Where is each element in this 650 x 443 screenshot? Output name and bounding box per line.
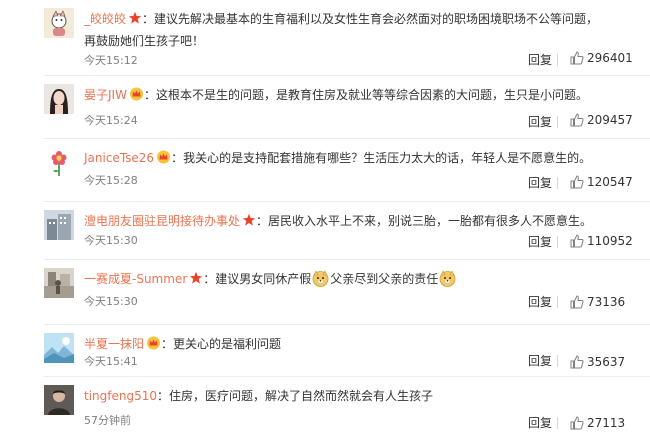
comment-body: 建议先解决最基本的生育福利以及女性生育会必然面对的职场困境职场不公等问题，再鼓励…	[84, 12, 599, 48]
username-link[interactable]: tingfeng510	[84, 389, 157, 403]
landscape-avatar-icon[interactable]	[44, 333, 74, 363]
comment-body: 建议男女同休产假	[215, 272, 312, 286]
thumbs-up-icon	[570, 355, 584, 369]
reply-button[interactable]: 回复	[528, 352, 552, 369]
action-divider	[557, 54, 558, 66]
like-count: 120547	[587, 175, 633, 189]
like-button[interactable]: 27113	[570, 416, 625, 430]
comment-text: 澶电朋友圈驻昆明接待办事处 ：居民收入水平上不来，别说三胎，一胎都有很多人不愿意生…	[84, 213, 593, 228]
username-link[interactable]: _皎皎皎	[84, 12, 126, 26]
crown-badge-icon	[146, 336, 161, 350]
like-button[interactable]: 110952	[570, 234, 633, 248]
comment-time: 今天15:12	[84, 54, 138, 67]
crown-badge-icon	[156, 150, 171, 164]
woman-photo-avatar-icon[interactable]	[44, 84, 74, 114]
comment-item: 半夏一抹阳 ：更关心的是福利问题 今天15:41 回复 35637	[0, 325, 650, 377]
action-divider	[557, 417, 558, 429]
comment-item: 澶电朋友圈驻昆明接待办事处 ：居民收入水平上不来，别说三胎，一胎都有很多人不愿意生…	[0, 202, 650, 260]
thumbs-up-icon	[570, 416, 584, 430]
comment-item: _皎皎皎 ：建议先解决最基本的生育福利以及女性生育会必然面对的职场困境职场不公等问…	[0, 0, 650, 76]
star-badge-icon	[189, 271, 203, 285]
like-button[interactable]: 209457	[570, 113, 633, 127]
like-count: 110952	[587, 234, 633, 248]
comment-item: 一赛成夏-Summer ：建议男女同休产假 父亲尽到父亲的责任 回复 73136 今…	[0, 260, 650, 325]
doge-emoji-icon	[312, 270, 329, 294]
thumbs-up-icon	[570, 51, 584, 65]
like-count: 296401	[587, 51, 633, 65]
comment-text: _皎皎皎 ：建议先解决最基本的生育福利以及女性生育会必然面对的职场困境职场不公等问…	[84, 11, 599, 48]
username-link[interactable]: 晏子JIW	[84, 88, 127, 102]
comment-time: 今天15:30	[84, 234, 138, 247]
thumbs-up-icon	[570, 295, 584, 309]
comment-text: JaniceTse26 ：我关心的是支持配套措施有哪些？生活压力太大的话，年轻人是…	[84, 150, 592, 165]
reply-button[interactable]: 回复	[528, 293, 552, 310]
comment-body: 居民收入水平上不来，别说三胎，一胎都有很多人不愿意生。	[268, 214, 593, 228]
cartoon-avatar-icon[interactable]	[44, 8, 74, 38]
username-link[interactable]: 澶电朋友圈驻昆明接待办事处	[84, 214, 240, 228]
comment-text: tingfeng510：住房，医疗问题，解决了自然而然就会有人生孩子	[84, 389, 434, 403]
flower-avatar-icon[interactable]	[44, 147, 74, 177]
like-button[interactable]: 73136	[570, 295, 625, 309]
comment-time: 今天15:41	[84, 355, 138, 368]
comment-body: 更关心的是福利问题	[173, 337, 282, 351]
username-link[interactable]: 半夏一抹阳	[84, 337, 144, 351]
reply-button[interactable]: 回复	[528, 113, 552, 130]
action-divider	[557, 236, 558, 248]
comment-time: 今天15:24	[84, 114, 138, 127]
comment-item: 晏子JIW ：这根本不是生的问题，是教育住房及就业等等综合因素的大问题，生只是小问…	[0, 76, 650, 139]
comment-body-continued: 父亲尽到父亲的责任	[330, 272, 439, 286]
thumbs-up-icon	[570, 113, 584, 127]
comment-text: 晏子JIW ：这根本不是生的问题，是教育住房及就业等等综合因素的大问题，生只是小问…	[84, 87, 588, 102]
action-divider	[557, 116, 558, 128]
reply-button[interactable]: 回复	[528, 414, 552, 431]
comment-item: JaniceTse26 ：我关心的是支持配套措施有哪些？生活压力太大的话，年轻人是…	[0, 139, 650, 202]
comment-list: _皎皎皎 ：建议先解决最基本的生育福利以及女性生育会必然面对的职场困境职场不公等问…	[0, 0, 650, 443]
comment-text: 一赛成夏-Summer ：建议男女同休产假 父亲尽到父亲的责任	[84, 268, 604, 294]
comment-item: tingfeng510：住房，医疗问题，解决了自然而然就会有人生孩子 57分钟前…	[0, 377, 650, 443]
street-photo-avatar-icon[interactable]	[44, 268, 74, 298]
action-divider	[557, 296, 558, 308]
like-count: 27113	[587, 416, 626, 430]
reply-button[interactable]: 回复	[528, 233, 552, 250]
reply-button[interactable]: 回复	[528, 51, 552, 68]
star-badge-icon	[128, 11, 142, 25]
action-divider	[557, 355, 558, 367]
comment-body: 住房，医疗问题，解决了自然而然就会有人生孩子	[169, 389, 434, 403]
doge-emoji-icon	[439, 270, 456, 294]
comment-body: 我关心的是支持配套措施有哪些？生活压力太大的话，年轻人是不愿意生的。	[183, 151, 592, 165]
comment-time: 今天15:28	[84, 174, 138, 187]
reply-button[interactable]: 回复	[528, 174, 552, 191]
comment-text: 半夏一抹阳 ：更关心的是福利问题	[84, 336, 282, 351]
like-button[interactable]: 120547	[570, 175, 633, 189]
username-link[interactable]: 一赛成夏-Summer	[84, 272, 187, 286]
building-photo-avatar-icon[interactable]	[44, 210, 74, 240]
person-photo-avatar-icon[interactable]	[44, 385, 74, 415]
comment-body: 这根本不是生的问题，是教育住房及就业等等综合因素的大问题，生只是小问题。	[155, 88, 588, 102]
comment-time: 今天15:30	[84, 295, 138, 308]
action-divider	[557, 177, 558, 189]
like-count: 73136	[587, 295, 626, 309]
comment-time: 57分钟前	[84, 414, 131, 427]
crown-badge-icon	[129, 87, 144, 101]
like-button[interactable]: 296401	[570, 51, 633, 65]
like-button[interactable]: 35637	[570, 355, 625, 369]
thumbs-up-icon	[570, 175, 584, 189]
star-badge-icon	[242, 213, 256, 227]
like-count: 35637	[587, 355, 626, 369]
like-count: 209457	[587, 113, 633, 127]
thumbs-up-icon	[570, 234, 584, 248]
username-link[interactable]: JaniceTse26	[84, 151, 154, 165]
